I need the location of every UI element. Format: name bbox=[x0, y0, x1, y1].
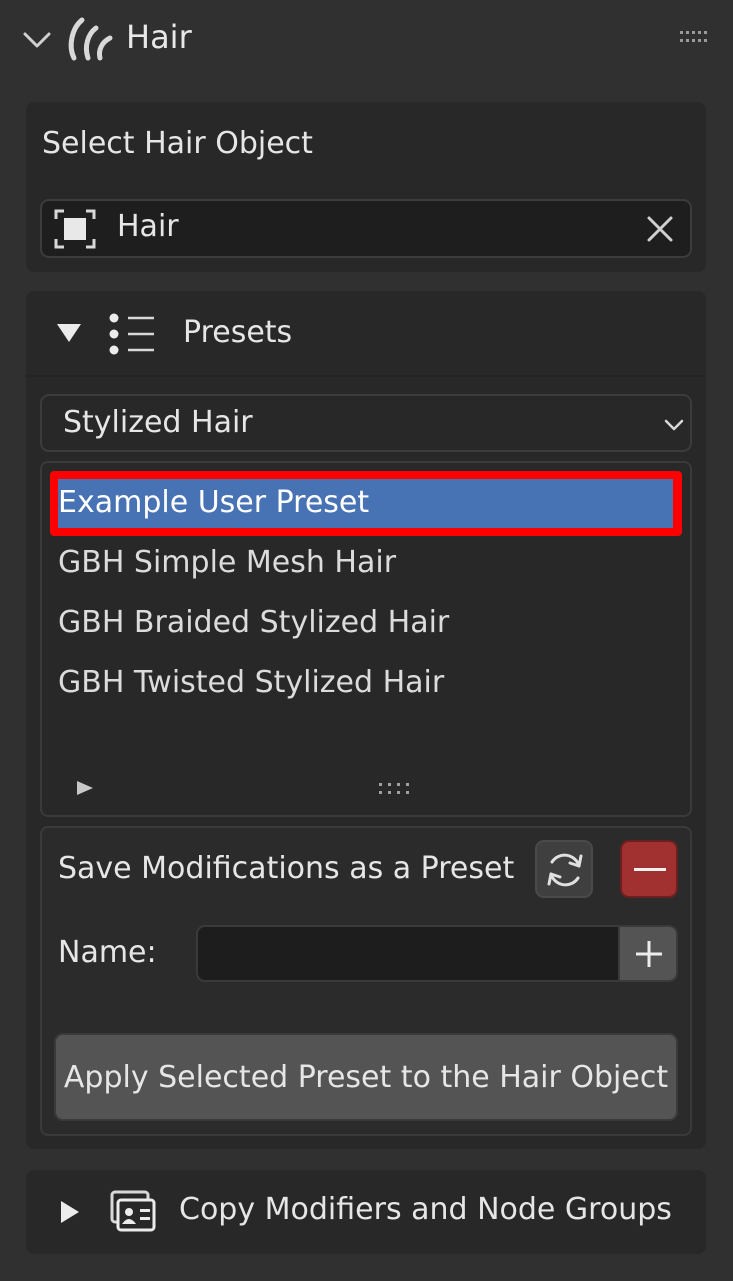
minus-icon bbox=[634, 868, 666, 871]
drag-grip-icon[interactable] bbox=[680, 30, 710, 44]
refresh-button[interactable] bbox=[535, 840, 593, 898]
triangle-right-icon[interactable] bbox=[76, 780, 94, 796]
hair-panel-header[interactable]: Hair bbox=[0, 0, 733, 80]
divider bbox=[26, 375, 706, 377]
list-icon bbox=[109, 313, 154, 355]
close-icon[interactable] bbox=[646, 215, 674, 243]
list-item[interactable]: GBH Simple Mesh Hair bbox=[58, 545, 396, 580]
copy-modifiers-title: Copy Modifiers and Node Groups bbox=[179, 1192, 672, 1227]
triangle-down-icon[interactable] bbox=[56, 323, 82, 343]
preset-name-input[interactable] bbox=[196, 925, 620, 982]
panel-title: Hair bbox=[126, 18, 192, 56]
chevron-down-icon bbox=[664, 419, 684, 431]
hair-strands-icon bbox=[68, 17, 113, 61]
name-label: Name: bbox=[58, 935, 157, 970]
chevron-down-icon[interactable] bbox=[22, 28, 52, 52]
list-resize-grip-icon[interactable] bbox=[378, 782, 412, 796]
copy-modifiers-panel[interactable]: Copy Modifiers and Node Groups bbox=[26, 1170, 706, 1254]
preset-category-dropdown[interactable]: Stylized Hair bbox=[40, 394, 692, 452]
presets-panel-header[interactable]: Presets bbox=[26, 291, 706, 375]
hair-object-value: Hair bbox=[117, 209, 179, 244]
presets-title: Presets bbox=[183, 315, 293, 350]
remove-preset-button[interactable] bbox=[620, 840, 678, 898]
list-item[interactable]: Example User Preset bbox=[58, 485, 369, 520]
save-preset-label: Save Modifications as a Preset bbox=[58, 851, 515, 886]
apply-preset-button[interactable]: Apply Selected Preset to the Hair Object bbox=[54, 1033, 678, 1121]
refresh-icon bbox=[547, 853, 583, 887]
triangle-right-icon[interactable] bbox=[60, 1200, 80, 1224]
add-preset-button[interactable] bbox=[618, 925, 678, 982]
list-item[interactable]: GBH Twisted Stylized Hair bbox=[58, 665, 444, 700]
id-card-icon bbox=[110, 1190, 156, 1232]
select-hair-object-label: Select Hair Object bbox=[42, 126, 313, 161]
hair-object-field[interactable]: Hair bbox=[40, 199, 692, 258]
list-item[interactable]: GBH Braided Stylized Hair bbox=[58, 605, 449, 640]
plus-icon bbox=[636, 941, 662, 967]
preset-category-value: Stylized Hair bbox=[63, 405, 253, 440]
object-box-icon bbox=[54, 209, 96, 249]
